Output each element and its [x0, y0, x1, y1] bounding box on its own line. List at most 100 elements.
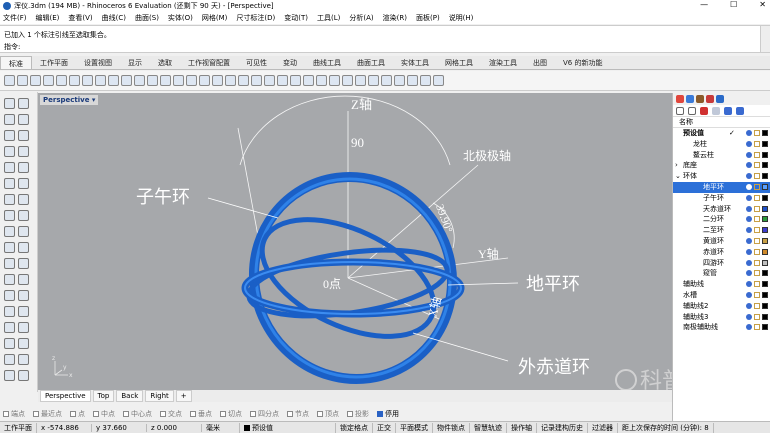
- visibility-bulb-icon[interactable]: [746, 130, 752, 136]
- select-arrow-icon[interactable]: [4, 98, 15, 109]
- tab-select[interactable]: 选取: [150, 56, 180, 69]
- visibility-bulb-icon[interactable]: [746, 237, 752, 244]
- viewport-dropdown-icon[interactable]: ▾: [92, 96, 96, 104]
- explode-icon[interactable]: [18, 306, 29, 317]
- grid-icon[interactable]: [4, 354, 15, 365]
- filter-icon[interactable]: [736, 106, 744, 115]
- layer-row[interactable]: 辅助线: [673, 279, 770, 290]
- viewport-label[interactable]: Perspective ▾: [40, 95, 99, 105]
- layer-color-swatch[interactable]: [762, 270, 768, 277]
- tab-solid-tools[interactable]: 实体工具: [393, 56, 437, 69]
- tab-render-tools[interactable]: 渲染工具: [481, 56, 525, 69]
- properties-icon[interactable]: [329, 75, 340, 86]
- paste-icon[interactable]: [95, 75, 106, 86]
- box-icon[interactable]: [4, 194, 15, 205]
- rotate-view-icon[interactable]: [134, 75, 145, 86]
- lock-icon[interactable]: [290, 75, 301, 86]
- zoom-extents-icon[interactable]: [173, 75, 184, 86]
- snap-mid[interactable]: 中点: [93, 409, 115, 419]
- check-icon[interactable]: [18, 354, 29, 365]
- mesh-2-icon[interactable]: [18, 210, 29, 221]
- join-icon[interactable]: [4, 306, 15, 317]
- visibility-bulb-icon[interactable]: [746, 216, 752, 223]
- display-tab-icon[interactable]: [696, 95, 704, 103]
- scale-icon[interactable]: [18, 258, 29, 269]
- layer-row[interactable]: 水槽: [673, 290, 770, 301]
- boolean-icon[interactable]: [4, 226, 15, 237]
- surface-icon[interactable]: [4, 178, 15, 189]
- layer-color-swatch[interactable]: [762, 302, 768, 309]
- layer-icon[interactable]: [303, 75, 314, 86]
- snap-disable[interactable]: 停用: [377, 409, 399, 419]
- lock-icon[interactable]: [754, 324, 760, 331]
- layer-color-swatch[interactable]: [762, 183, 768, 190]
- move-up-icon[interactable]: [712, 106, 720, 115]
- new-sublayer-icon[interactable]: [688, 106, 696, 115]
- new-file-icon[interactable]: [4, 75, 15, 86]
- snap-vertex[interactable]: 顶点: [317, 409, 339, 419]
- layer-color-swatch[interactable]: [762, 259, 768, 266]
- select-icon[interactable]: [238, 75, 249, 86]
- lock-icon[interactable]: [754, 281, 760, 288]
- menu-transform[interactable]: 变动(T): [284, 13, 308, 23]
- snap-near[interactable]: 最近点: [33, 409, 62, 419]
- array-icon[interactable]: [18, 274, 29, 285]
- help-tab-icon[interactable]: [716, 95, 724, 103]
- polygon-icon[interactable]: [18, 146, 29, 157]
- visibility-bulb-icon[interactable]: [746, 205, 752, 212]
- layer-color-swatch[interactable]: [762, 324, 768, 331]
- zoom-selected-icon[interactable]: [186, 75, 197, 86]
- ungroup-icon[interactable]: [18, 322, 29, 333]
- layer-color-swatch[interactable]: [762, 151, 768, 158]
- snap-quadrant[interactable]: 四分点: [250, 409, 279, 419]
- snap-point[interactable]: 点: [70, 409, 85, 419]
- trim-icon[interactable]: [4, 290, 15, 301]
- viewport-tab-back[interactable]: Back: [116, 390, 144, 402]
- point-icon[interactable]: [18, 98, 29, 109]
- minimize-button[interactable]: —: [700, 0, 708, 9]
- layer-row[interactable]: 二至环: [673, 225, 770, 236]
- layer-row[interactable]: 黄道环: [673, 236, 770, 247]
- copy-icon[interactable]: [82, 75, 93, 86]
- tab-new-in-v6[interactable]: V6 的新功能: [555, 56, 610, 69]
- layer-row[interactable]: 天赤道环: [673, 204, 770, 215]
- properties-tab-icon[interactable]: [676, 95, 684, 103]
- layers-tab-icon[interactable]: [686, 95, 694, 103]
- rectangle-icon[interactable]: [4, 146, 15, 157]
- offset-icon[interactable]: [18, 162, 29, 173]
- lock-icon[interactable]: [754, 313, 760, 320]
- visibility-bulb-icon[interactable]: [746, 259, 752, 266]
- visibility-bulb-icon[interactable]: [746, 183, 752, 190]
- snap-end[interactable]: 端点: [3, 409, 25, 419]
- tab-cplanes[interactable]: 工作平面: [32, 56, 76, 69]
- extrude-icon[interactable]: [18, 178, 29, 189]
- hide-icon[interactable]: [264, 75, 275, 86]
- lock-icon[interactable]: [754, 237, 760, 244]
- layer-color-swatch[interactable]: [762, 313, 768, 320]
- undo-icon[interactable]: [108, 75, 119, 86]
- layer-color-swatch[interactable]: [762, 216, 768, 223]
- visibility-bulb-icon[interactable]: [746, 140, 752, 147]
- mirror-icon[interactable]: [4, 274, 15, 285]
- layer-row[interactable]: 南极辅助线: [673, 322, 770, 333]
- lock-icon[interactable]: [754, 162, 760, 169]
- tab-visibility[interactable]: 可见性: [238, 56, 275, 69]
- print-icon[interactable]: [43, 75, 54, 86]
- layer-expander-icon[interactable]: ›: [675, 160, 678, 171]
- current-layer-check-icon[interactable]: ✓: [729, 128, 735, 139]
- command-prompt[interactable]: 指令:: [4, 42, 20, 52]
- viewport-tab-top[interactable]: Top: [92, 390, 115, 402]
- layer-row[interactable]: 窥管: [673, 268, 770, 279]
- lock-icon[interactable]: [754, 194, 760, 201]
- layer-row[interactable]: 辅助线3: [673, 312, 770, 323]
- tab-surface-tools[interactable]: 曲面工具: [349, 56, 393, 69]
- status-filter[interactable]: 过滤器: [588, 422, 618, 433]
- visibility-bulb-icon[interactable]: [746, 313, 752, 320]
- text-icon[interactable]: [4, 162, 15, 173]
- menu-mesh[interactable]: 网格(M): [202, 13, 228, 23]
- visibility-bulb-icon[interactable]: [746, 291, 752, 298]
- layer-row[interactable]: 辅助线2: [673, 301, 770, 312]
- cut-icon[interactable]: [69, 75, 80, 86]
- four-views-icon[interactable]: [212, 75, 223, 86]
- status-gumball[interactable]: 操作轴: [507, 422, 537, 433]
